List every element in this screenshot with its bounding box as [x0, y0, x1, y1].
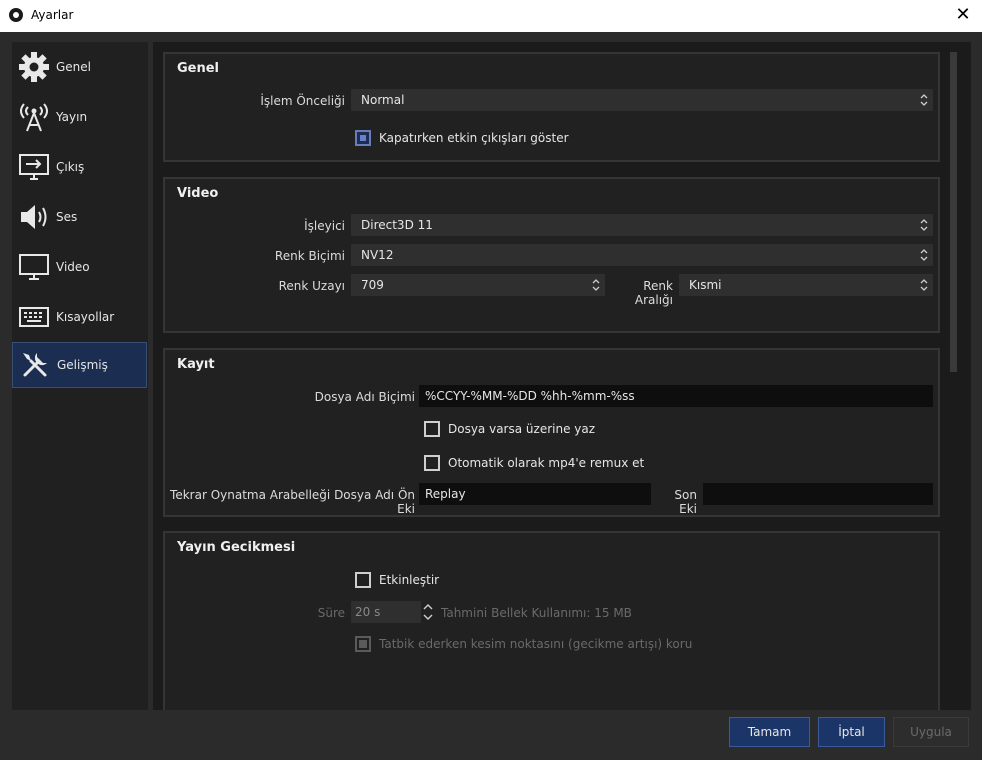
show-active-outputs-label: Kapatırken etkin çıkışları göster [379, 131, 569, 145]
remux-label: Otomatik olarak mp4'e remux et [448, 456, 645, 470]
sidebar-item-label: Gelişmiş [57, 358, 108, 372]
renderer-label: İşleyici [304, 219, 345, 233]
chevron-updown-icon [920, 279, 928, 291]
group-title: Genel [177, 61, 220, 76]
sidebar-item-label: Ses [56, 210, 78, 224]
apply-button[interactable]: Uygula [893, 717, 969, 747]
sidebar-item-label: Çıkış [56, 160, 85, 174]
video-group: Video İşleyici Direct3D 11 Renk Biçimi N… [163, 177, 940, 333]
sidebar-item-label: Genel [56, 60, 92, 74]
delay-enable-label: Etkinleştir [379, 573, 440, 587]
remux-checkbox[interactable] [424, 455, 440, 471]
delay-preserve-checkbox[interactable] [355, 636, 371, 652]
settings-window: Genel Yayın Çıkış Ses Video Kısayollar G… [0, 32, 982, 760]
sidebar-item-output[interactable]: Çıkış [12, 144, 147, 190]
color-format-combo[interactable]: NV12 [351, 244, 933, 266]
color-range-value: Kısmi [689, 278, 722, 292]
close-icon[interactable]: ✕ [952, 4, 974, 26]
vertical-scrollbar[interactable] [950, 52, 957, 372]
delay-duration-spinbox[interactable]: 20 s [351, 601, 421, 623]
chevron-updown-icon [920, 219, 928, 231]
chevron-updown-icon [592, 279, 600, 291]
stream-delay-group: Yayın Gecikmesi Etkinleştir Süre 20 s Ta… [163, 531, 940, 710]
ok-button[interactable]: Tamam [729, 717, 810, 747]
remux-row[interactable]: Otomatik olarak mp4'e remux et [424, 455, 644, 471]
monitor-icon [16, 249, 52, 285]
suffix-input[interactable] [703, 483, 933, 505]
color-space-combo[interactable]: 709 [351, 274, 605, 296]
filename-format-label: Dosya Adı Biçimi [314, 390, 415, 404]
general-group: Genel İşlem Önceliği Normal Kapatırken e… [163, 52, 940, 162]
color-space-value: 709 [361, 278, 384, 292]
renderer-value: Direct3D 11 [361, 218, 433, 232]
title-bar: Ayarlar ✕ [0, 0, 982, 32]
sidebar-item-video[interactable]: Video [12, 244, 147, 290]
tools-icon [17, 347, 53, 383]
sidebar-item-label: Yayın [56, 110, 88, 124]
chevron-updown-icon [920, 249, 928, 261]
sidebar-item-general[interactable]: Genel [12, 44, 147, 90]
spin-arrows-icon[interactable] [423, 602, 433, 622]
color-space-label: Renk Uzayı [278, 279, 345, 293]
suffix-label: Son Eki [674, 488, 697, 516]
cancel-button[interactable]: İptal [818, 717, 885, 747]
delay-preserve-label: Tatbik ederken kesim noktasını (gecikme … [379, 637, 693, 651]
renderer-combo[interactable]: Direct3D 11 [351, 214, 933, 236]
delay-duration-value: 20 s [355, 605, 381, 619]
obs-logo-icon [9, 8, 23, 22]
priority-value: Normal [361, 93, 405, 107]
color-format-label: Renk Biçimi [274, 249, 345, 263]
keyboard-icon [16, 299, 52, 335]
replay-prefix-input[interactable]: Replay [419, 483, 651, 505]
settings-content: Genel İşlem Önceliği Normal Kapatırken e… [153, 42, 971, 710]
sidebar-item-label: Video [56, 260, 90, 274]
sidebar-item-advanced[interactable]: Gelişmiş [12, 342, 147, 388]
filename-format-input[interactable]: %CCYY-%MM-%DD %hh-%mm-%ss [419, 385, 933, 407]
delay-preserve-row[interactable]: Tatbik ederken kesim noktasını (gecikme … [355, 636, 692, 652]
replay-prefix-label: Tekrar Oynatma Arabelleği Dosya Adı Ön E… [170, 488, 415, 516]
recording-group: Kayıt Dosya Adı Biçimi %CCYY-%MM-%DD %hh… [163, 348, 940, 517]
color-range-label: Renk Aralığı [634, 279, 673, 307]
priority-label: İşlem Önceliği [260, 94, 345, 108]
sidebar-item-label: Kısayollar [56, 310, 115, 324]
show-active-outputs-checkbox[interactable] [355, 130, 371, 146]
speaker-icon [16, 199, 52, 235]
delay-enable-checkbox[interactable] [355, 572, 371, 588]
show-active-outputs-row[interactable]: Kapatırken etkin çıkışları göster [355, 130, 569, 146]
color-format-value: NV12 [361, 248, 394, 262]
settings-sidebar: Genel Yayın Çıkış Ses Video Kısayollar G… [12, 42, 148, 710]
color-range-combo[interactable]: Kısmi [679, 274, 933, 296]
gear-icon [16, 49, 52, 85]
memory-usage-label: Tahmini Bellek Kullanımı: 15 MB [441, 606, 632, 620]
output-monitor-icon [16, 149, 52, 185]
sidebar-item-stream[interactable]: Yayın [12, 94, 147, 140]
priority-combo[interactable]: Normal [351, 89, 933, 111]
sidebar-item-audio[interactable]: Ses [12, 194, 147, 240]
delay-enable-row[interactable]: Etkinleştir [355, 572, 439, 588]
sidebar-item-hotkeys[interactable]: Kısayollar [12, 294, 147, 340]
window-title: Ayarlar [31, 8, 74, 22]
group-title: Kayıt [177, 357, 215, 372]
overwrite-checkbox[interactable] [424, 421, 440, 437]
group-title: Yayın Gecikmesi [177, 540, 296, 555]
delay-duration-label: Süre [317, 606, 345, 620]
chevron-updown-icon [920, 94, 928, 106]
group-title: Video [177, 186, 219, 201]
overwrite-label: Dosya varsa üzerine yaz [448, 422, 596, 436]
overwrite-row[interactable]: Dosya varsa üzerine yaz [424, 421, 595, 437]
broadcast-antenna-icon [16, 99, 52, 135]
